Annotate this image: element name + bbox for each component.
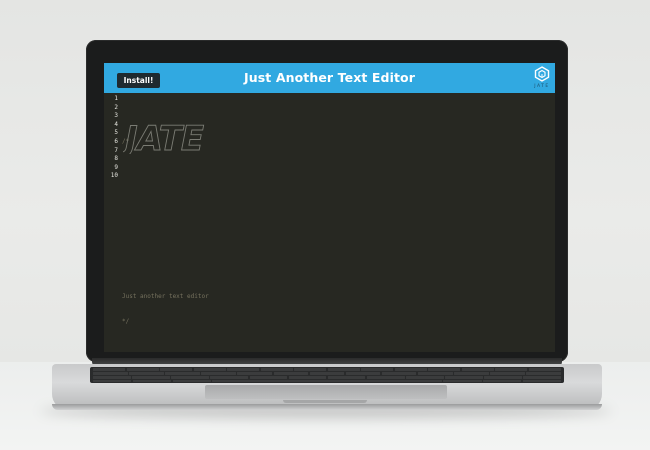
key-row	[93, 376, 561, 379]
jate-ascii-art: JATE	[123, 120, 205, 154]
key-row	[93, 368, 561, 371]
line-number: 2	[114, 103, 118, 111]
line-number: 8	[114, 155, 118, 163]
laptop-keyboard	[90, 367, 564, 383]
laptop-lid-notch	[283, 400, 367, 403]
line-number: 9	[114, 163, 118, 171]
key-row	[93, 380, 561, 382]
code-line[interactable]	[122, 190, 542, 199]
key-row	[93, 372, 561, 375]
app-title: Just Another Text Editor	[244, 70, 415, 85]
laptop-base-edge	[52, 404, 602, 410]
line-number-gutter: 1 2 3 4 5 6 7 8 9 10	[109, 95, 118, 181]
app-header: Install! Just Another Text Editor JATE	[104, 63, 555, 93]
line-number: 6	[114, 137, 118, 145]
line-number: 3	[114, 112, 118, 120]
jate-ascii-art-text: JATE	[123, 120, 204, 154]
code-line[interactable]: */	[122, 318, 542, 327]
code-line[interactable]	[122, 241, 542, 250]
laptop-display: Install! Just Another Text Editor JATE 1…	[104, 63, 555, 352]
jate-cube-logo-icon	[534, 66, 550, 82]
line-number: 10	[110, 172, 118, 180]
laptop-trackpad	[205, 385, 447, 399]
logo-text: JATE	[534, 84, 550, 89]
code-editor[interactable]: 1 2 3 4 5 6 7 8 9 10 /* Just another tex…	[104, 93, 555, 352]
line-number: 7	[114, 146, 118, 154]
code-line[interactable]: Just another text editor	[122, 293, 542, 302]
code-line[interactable]	[122, 215, 542, 224]
code-line[interactable]	[122, 344, 542, 352]
line-number: 5	[114, 129, 118, 137]
line-number: 4	[114, 120, 118, 128]
line-number: 1	[114, 95, 118, 102]
code-line[interactable]	[122, 267, 542, 276]
code-line[interactable]	[122, 164, 542, 173]
